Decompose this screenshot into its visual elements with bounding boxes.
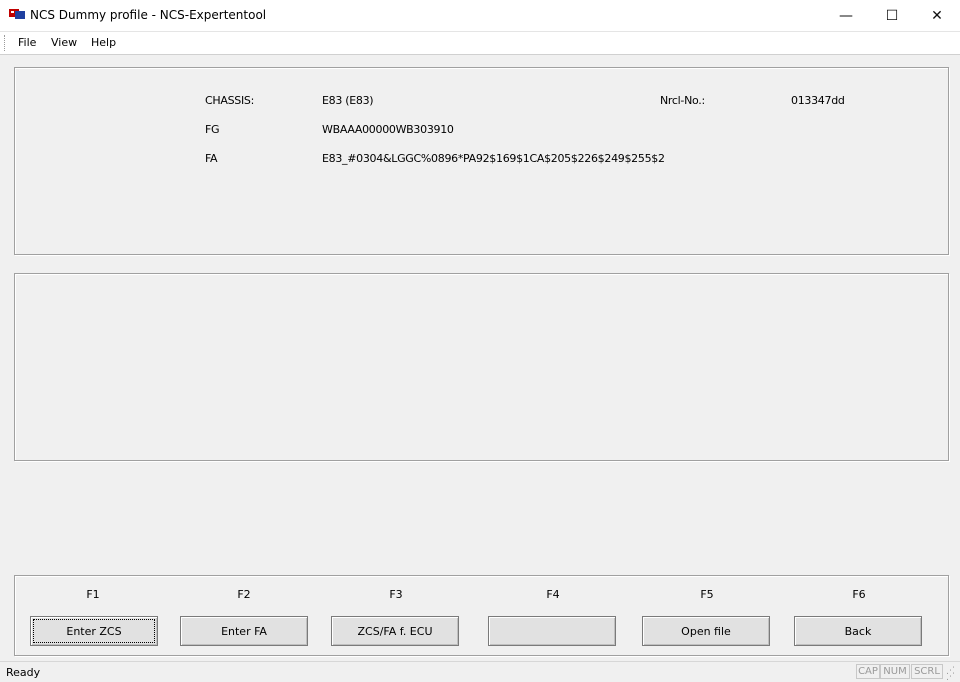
fkey-label-f4: F4 xyxy=(546,588,560,601)
minimize-button[interactable]: — xyxy=(823,0,869,31)
fa-label: FA xyxy=(205,152,218,165)
enter-fa-label: Enter FA xyxy=(221,624,267,638)
maximize-button[interactable]: ☐ xyxy=(869,0,915,31)
caps-lock-indicator: CAP xyxy=(856,664,880,679)
title-bar: NCS Dummy profile - NCS-Expertentool — ☐… xyxy=(0,0,960,32)
num-lock-indicator: NUM xyxy=(880,664,910,679)
open-file-label: Open file xyxy=(681,624,731,638)
caps-lock-label: CAP xyxy=(858,666,878,677)
status-bar: Ready CAP NUM SCRL ⋰ ⋰ xyxy=(0,661,960,682)
enter-zcs-label: Enter ZCS xyxy=(66,624,122,638)
close-icon: ✕ xyxy=(931,7,943,24)
f4-button[interactable] xyxy=(488,616,616,646)
minimize-icon: — xyxy=(839,7,853,24)
menu-file[interactable]: File xyxy=(18,36,36,49)
window-title: NCS Dummy profile - NCS-Expertentool xyxy=(30,8,267,22)
fa-value: E83_#0304&LGGC%0896*PA92$169$1CA$205$226… xyxy=(322,152,665,165)
fkey-label-f1: F1 xyxy=(86,588,100,601)
scroll-lock-indicator: SCRL xyxy=(911,664,943,679)
status-text: Ready xyxy=(6,666,41,679)
zcs-fa-from-ecu-label: ZCS/FA f. ECU xyxy=(357,624,433,638)
num-lock-label: NUM xyxy=(883,666,907,677)
fkey-label-f3: F3 xyxy=(389,588,403,601)
size-grip-icon[interactable]: ⋰ ⋰ xyxy=(946,667,958,682)
fkey-label-f5: F5 xyxy=(700,588,714,601)
fg-label: FG xyxy=(205,123,220,136)
enter-fa-button[interactable]: Enter FA xyxy=(180,616,308,646)
chassis-value: E83 (E83) xyxy=(322,94,374,107)
maximize-icon: ☐ xyxy=(885,7,899,24)
menu-grip xyxy=(4,35,7,51)
output-panel xyxy=(14,273,949,461)
close-button[interactable]: ✕ xyxy=(914,0,960,31)
fkey-label-f2: F2 xyxy=(237,588,251,601)
fkey-label-f6: F6 xyxy=(852,588,866,601)
menu-bar: File View Help xyxy=(0,32,960,55)
chassis-label: CHASSIS: xyxy=(205,94,254,107)
back-button[interactable]: Back xyxy=(794,616,922,646)
enter-zcs-button[interactable]: Enter ZCS xyxy=(30,616,158,646)
open-file-button[interactable]: Open file xyxy=(642,616,770,646)
fg-value: WBAAA00000WB303910 xyxy=(322,123,454,136)
scroll-lock-label: SCRL xyxy=(914,666,940,677)
nrcl-label: Nrcl-No.: xyxy=(660,94,705,107)
back-label: Back xyxy=(844,624,872,638)
nrcl-value: 013347dd xyxy=(791,94,845,107)
menu-help[interactable]: Help xyxy=(91,36,116,49)
app-icon xyxy=(9,9,25,19)
menu-view[interactable]: View xyxy=(51,36,77,49)
zcs-fa-from-ecu-button[interactable]: ZCS/FA f. ECU xyxy=(331,616,459,646)
